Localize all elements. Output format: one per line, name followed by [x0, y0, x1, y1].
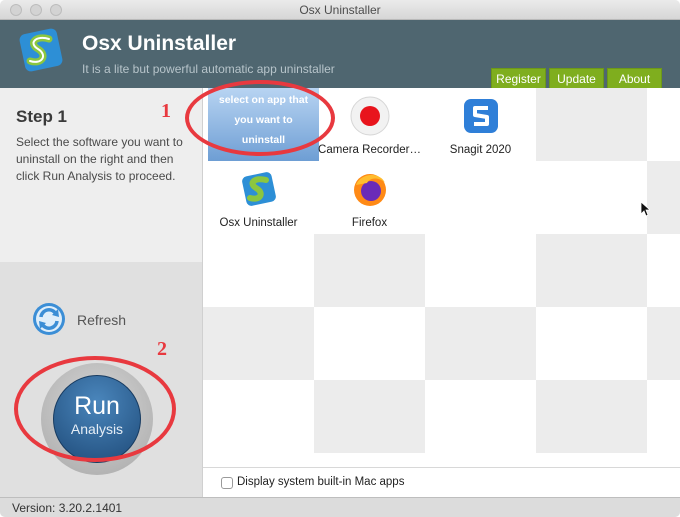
system-apps-label[interactable]: Display system built-in Mac apps — [237, 476, 404, 488]
empty-cell — [647, 88, 680, 161]
empty-cell — [647, 380, 680, 453]
system-apps-checkbox[interactable] — [221, 477, 233, 489]
osx-uninstaller-logo-icon — [19, 28, 63, 72]
annotation-number: 2 — [157, 338, 167, 360]
empty-cell — [536, 88, 647, 161]
empty-cell — [314, 380, 425, 453]
register-button[interactable]: Register — [491, 68, 546, 88]
app-tagline: It is a lite but powerful automatic app … — [82, 62, 335, 76]
osx-uninstaller-icon — [242, 172, 276, 206]
app-label: Camera Recorder… — [318, 144, 421, 156]
camera-recorder-icon — [350, 96, 390, 136]
mouse-pointer-icon — [640, 201, 650, 217]
update-button[interactable]: Update — [549, 68, 604, 88]
app-item-firefox[interactable]: Firefox — [314, 161, 425, 234]
annotation-ring-select — [185, 80, 335, 156]
empty-cell — [536, 380, 647, 453]
app-item-snagit[interactable]: Snagit 2020 — [425, 88, 536, 161]
empty-cell — [425, 380, 536, 453]
filter-bar: Display system built-in Mac apps — [203, 467, 680, 497]
empty-cell — [425, 307, 536, 380]
app-label: Osx Uninstaller — [219, 217, 298, 229]
app-label: Firefox — [351, 217, 388, 229]
empty-cell — [536, 161, 647, 234]
version-text: Version: 3.20.2.1401 — [12, 501, 123, 515]
empty-cell — [425, 234, 536, 307]
empty-cell — [203, 380, 314, 453]
refresh-button[interactable]: Refresh — [32, 302, 152, 336]
firefox-icon — [354, 174, 386, 206]
empty-cell — [425, 161, 536, 234]
window-title: Osx Uninstaller — [299, 3, 381, 17]
empty-cell — [536, 234, 647, 307]
step-panel: Step 1 Select the software you want to u… — [0, 88, 203, 262]
empty-cell — [647, 234, 680, 307]
empty-cell — [536, 307, 647, 380]
app-label: Snagit 2020 — [449, 144, 512, 156]
about-button[interactable]: About — [607, 68, 662, 88]
status-bar: Version: 3.20.2.1401 — [0, 497, 680, 517]
step-description: Select the software you want to uninstal… — [16, 135, 183, 183]
empty-cell — [647, 161, 680, 234]
refresh-icon — [33, 303, 65, 335]
snagit-icon — [464, 99, 498, 133]
app-name: Osx Uninstaller — [82, 32, 237, 55]
app-window: Osx Uninstaller Osx Uninstaller It is a … — [0, 0, 680, 517]
app-header: Osx Uninstaller It is a lite but powerfu… — [0, 20, 680, 88]
empty-cell — [647, 307, 680, 380]
empty-cell — [314, 234, 425, 307]
annotation-number: 1 — [161, 100, 171, 122]
empty-cell — [203, 234, 314, 307]
empty-cell — [314, 307, 425, 380]
refresh-label: Refresh — [77, 312, 127, 328]
annotation-ring-run — [14, 356, 176, 462]
step-title: Step 1 — [16, 107, 68, 126]
empty-cell — [203, 307, 314, 380]
app-item-osx-uninstaller[interactable]: Osx Uninstaller — [203, 161, 314, 234]
title-bar: Osx Uninstaller — [0, 0, 680, 20]
